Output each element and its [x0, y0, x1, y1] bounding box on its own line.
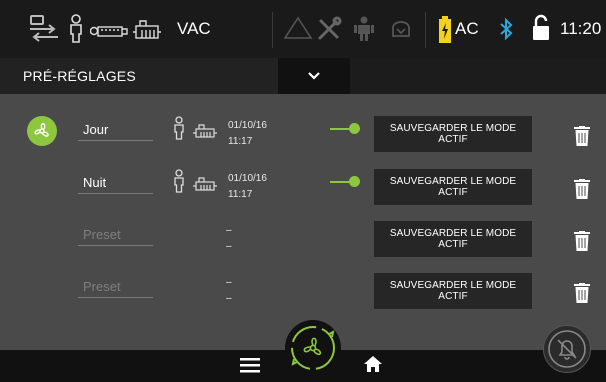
- section-header: PRÉ-RÉGLAGES: [0, 58, 606, 94]
- preset-time: 11:17: [228, 136, 253, 147]
- save-active-mode-button[interactable]: SAUVEGARDER LE MODE ACTIF: [374, 116, 532, 152]
- preset-timestamp: 01/10/16 11:17: [228, 118, 267, 150]
- trash-icon[interactable]: [574, 179, 590, 204]
- dropdown-toggle[interactable]: [278, 58, 350, 94]
- comfort-icon[interactable]: [389, 16, 413, 42]
- heat-unit-icon: [192, 177, 218, 196]
- bluetooth-icon[interactable]: [499, 17, 513, 41]
- menu-icon[interactable]: [240, 357, 260, 378]
- clock: 11:20: [560, 19, 602, 38]
- presets-list: Jour 01/10/16 11:17 SAUVEGARDER LE MODE …: [0, 94, 606, 350]
- status-bar: VAC AC 11:20: [0, 0, 606, 58]
- page-title: PRÉ-RÉGLAGES: [23, 68, 136, 84]
- preset-date: 01/10/16: [228, 173, 267, 184]
- preset-date: –: [226, 225, 232, 236]
- preset-timestamp: 01/10/16 11:17: [228, 171, 267, 203]
- heat-unit-icon: [192, 124, 218, 143]
- air-exchange-icon: [28, 14, 60, 44]
- header-spacer: [350, 58, 606, 94]
- alarm-mute-button[interactable]: [543, 325, 591, 373]
- duct-unit-icon: [90, 22, 128, 40]
- preset-date: –: [226, 277, 232, 288]
- divider: [425, 12, 426, 48]
- alarm-off-icon: [548, 330, 586, 368]
- save-active-mode-button[interactable]: SAUVEGARDER LE MODE ACTIF: [374, 169, 532, 205]
- warning-icon[interactable]: [283, 16, 313, 40]
- fan-control-button[interactable]: [285, 320, 341, 376]
- divider: [272, 12, 273, 48]
- preset-toggle[interactable]: [330, 123, 360, 134]
- preset-time: –: [226, 241, 232, 252]
- fan-icon: [291, 326, 335, 370]
- save-active-mode-button[interactable]: SAUVEGARDER LE MODE ACTIF: [374, 273, 532, 309]
- preset-row: Preset – – SAUVEGARDER LE MODE ACTIF: [0, 207, 606, 259]
- trash-icon[interactable]: [574, 126, 590, 151]
- heat-unit-icon: [132, 18, 162, 40]
- preset-row: Preset – – SAUVEGARDER LE MODE ACTIF: [0, 259, 606, 311]
- power-source-label: AC: [455, 19, 479, 38]
- trash-icon[interactable]: [574, 283, 590, 308]
- home-icon[interactable]: [363, 354, 383, 379]
- lock-icon[interactable]: [532, 14, 550, 42]
- preset-name-placeholder[interactable]: Preset: [78, 227, 153, 246]
- preset-name[interactable]: Jour: [78, 122, 153, 141]
- chevron-down-icon: [308, 72, 320, 80]
- preset-timestamp: – –: [226, 223, 232, 255]
- tools-icon[interactable]: [315, 15, 343, 43]
- occupant-icon[interactable]: [353, 16, 375, 42]
- mode-label: VAC: [177, 19, 211, 38]
- preset-name-placeholder[interactable]: Preset: [78, 279, 153, 298]
- preset-date: 01/10/16: [228, 120, 267, 131]
- preset-row: Nuit 01/10/16 11:17 SAUVEGARDER LE MODE …: [0, 155, 606, 207]
- battery-icon: [438, 16, 452, 44]
- person-icon: [173, 116, 185, 145]
- trash-icon[interactable]: [574, 231, 590, 256]
- preset-name[interactable]: Nuit: [78, 175, 153, 194]
- preset-toggle[interactable]: [330, 176, 360, 187]
- person-icon: [173, 169, 185, 198]
- save-active-mode-button[interactable]: SAUVEGARDER LE MODE ACTIF: [374, 221, 532, 257]
- preset-time: 11:17: [228, 189, 253, 200]
- active-preset-fan-icon[interactable]: [27, 116, 57, 146]
- preset-time: –: [226, 293, 232, 304]
- preset-timestamp: – –: [226, 275, 232, 307]
- preset-row: Jour 01/10/16 11:17 SAUVEGARDER LE MODE …: [0, 102, 606, 154]
- person-icon: [68, 14, 84, 44]
